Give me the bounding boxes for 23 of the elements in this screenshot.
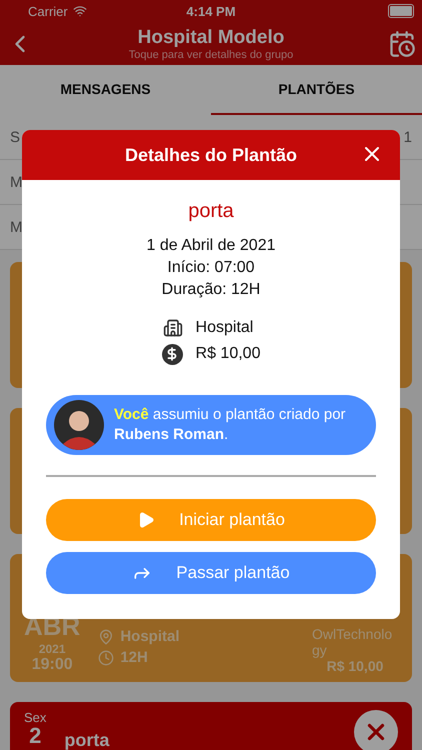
notice-text: Você assumiu o plantão criado por Rubens Roman. (114, 405, 347, 445)
card-day: 2 (29, 725, 42, 747)
dialog-title: Detalhes do Plantão (124, 144, 298, 166)
shift-duration: Duração: 12H (162, 280, 260, 300)
status-time: 4:14 PM (186, 4, 236, 18)
card-place: Hospital (120, 628, 180, 645)
shift-price: R$ 10,00 (196, 344, 260, 364)
row-text: S (10, 128, 20, 146)
card-duration: 12H (120, 649, 148, 666)
shift-place: Hospital (196, 318, 254, 338)
shift-start: Início: 07:00 (167, 258, 255, 278)
card-owner: OwlTechnology (312, 626, 394, 658)
shift-date: 1 de Abril de 2021 (146, 236, 276, 256)
card-title: porta (64, 730, 110, 750)
card-time: 19:00 (32, 656, 73, 674)
row-text: M (10, 218, 22, 236)
row-value: 1 (404, 128, 412, 146)
shift-name: porta (188, 200, 234, 223)
card-price: R$ 10,00 (326, 658, 384, 674)
card-weekday: Sex (24, 710, 46, 725)
row-text: M (10, 174, 22, 190)
carrier-label: Carrier (28, 4, 68, 18)
card-year: 2021 (38, 642, 66, 656)
